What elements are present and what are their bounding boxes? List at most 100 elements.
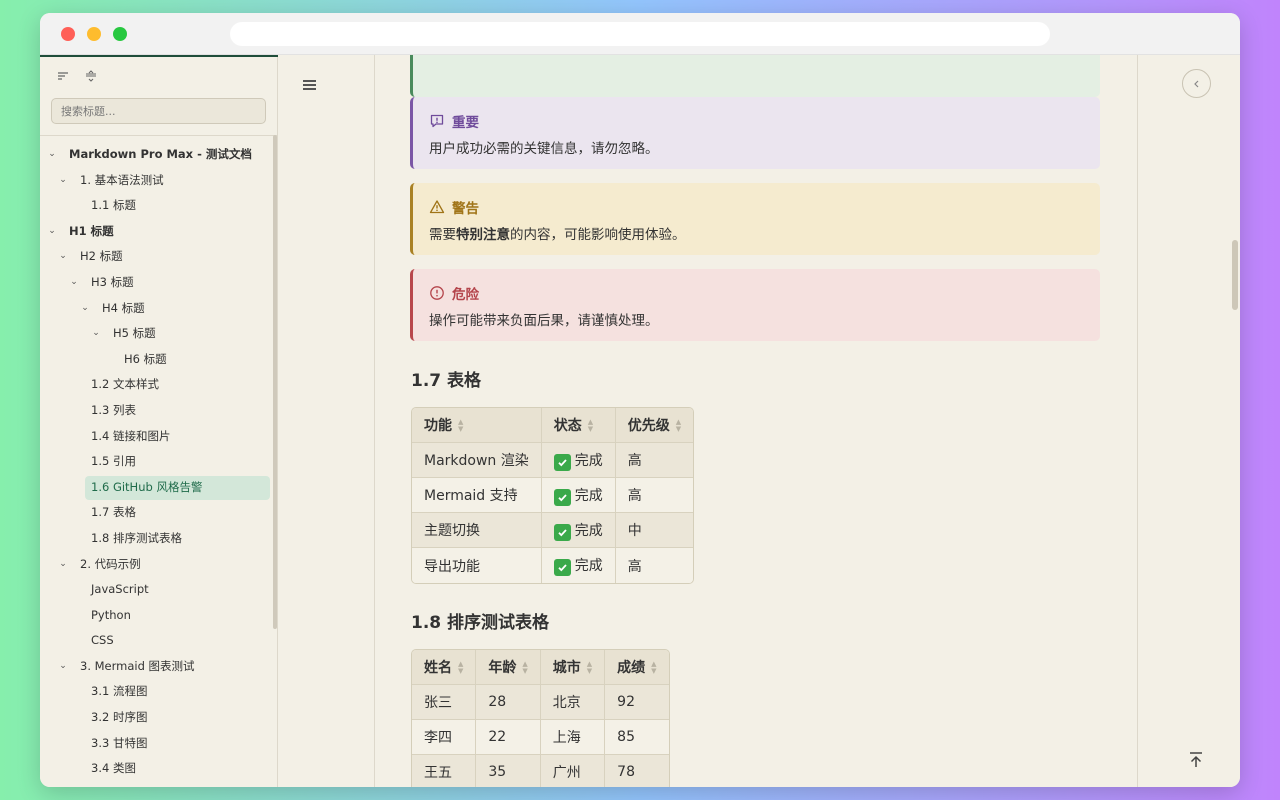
toc-item[interactable]: Python [40,603,272,629]
toc-item[interactable]: ⌄ H4 标题 [40,296,272,322]
table-cell-text: 28 [488,694,507,710]
toc-item[interactable]: 1.6 GitHub 风格告警 [40,475,272,501]
toc-item[interactable]: ⌄ 3. Mermaid 图表测试 [40,654,272,680]
chevron-down-icon[interactable]: ⌄ [79,296,91,322]
chevron-down-icon[interactable]: ⌄ [68,270,80,296]
toc-item[interactable]: ⌄ H5 标题 [40,321,272,347]
minimize-window-button[interactable] [87,27,101,41]
chevron-down-icon[interactable]: ⌄ [46,142,58,168]
toc-item-label: 1.5 引用 [91,454,136,469]
table-cell: 导出功能 [412,548,542,583]
table-cell-text: 85 [617,729,635,745]
close-window-button[interactable] [61,27,75,41]
chevron-down-icon[interactable]: ⌄ [46,219,58,245]
expand-all-icon[interactable] [84,69,98,83]
toc-item[interactable]: 3.4 类图 [40,756,272,782]
sort-icon[interactable]: ▲ ▼ [676,419,681,433]
toc-search-input[interactable] [51,98,266,124]
toc-item[interactable]: 1.7 表格 [40,500,272,526]
sort-icon[interactable]: ▲ ▼ [588,419,593,433]
toc-item[interactable]: 1.8 排序测试表格 [40,526,272,552]
table-cell: 广州 [540,755,606,787]
callout-danger-body: 操作可能带来负面后果，请谨慎处理。 [429,313,659,329]
content-scrollbar[interactable] [1232,240,1238,310]
column-header[interactable]: 城市 ▲ ▼ [540,650,606,685]
warning-body-pre: 需要 [429,227,456,243]
toc-item[interactable]: ⌄ H1 标题 [40,219,272,245]
toc-item[interactable]: ⌄ Markdown Pro Max - 测试文档 [40,142,272,168]
sort-icon[interactable]: ▲ ▼ [651,661,656,675]
callout-warning-title: 警告 [429,197,479,217]
callout-danger-label: 危险 [452,287,479,303]
toc-item[interactable]: 1.2 文本样式 [40,372,272,398]
table-header-row: 姓名 ▲ ▼ 年龄 ▲ ▼ 城市 ▲ ▼ 成绩 ▲ ▼ [412,650,669,685]
toc-item[interactable]: 1.5 引用 [40,449,272,475]
chevron-down-icon[interactable]: ⌄ [57,168,69,194]
column-header[interactable]: 优先级 ▲ ▼ [615,408,694,443]
toc-item-label: 1.8 排序测试表格 [91,530,182,545]
sidebar-toolbar [56,69,98,87]
sort-icon[interactable]: ▲ ▼ [587,661,592,675]
sidebar-scrollbar[interactable] [273,135,277,629]
table-cell-text: 完成 [574,558,603,574]
right-panel [1137,55,1240,787]
column-header[interactable]: 成绩 ▲ ▼ [605,650,669,685]
zoom-window-button[interactable] [113,27,127,41]
chevron-down-icon[interactable]: ⌄ [57,244,69,270]
chevron-down-icon[interactable]: ⌄ [57,654,69,680]
heading-1-8: 1.8 排序测试表格 [411,613,550,633]
table-cell-text: 王五 [424,765,452,781]
toc-item[interactable]: JavaScript [40,577,272,603]
collapse-all-icon[interactable] [56,69,70,83]
app-window: ⌄Markdown Pro Max - 测试文档⌄1. 基本语法测试1.1 标题… [40,13,1240,787]
check-mark-icon [553,453,571,471]
table-cell-text: 92 [617,694,635,710]
sort-icon[interactable]: ▲ ▼ [458,661,463,675]
collapse-panel-button[interactable] [1182,69,1211,98]
table-cell: 主题切换 [412,513,542,548]
table-cell-text: 35 [488,764,507,780]
toc-item-label: 1.6 GitHub 风格告警 [91,479,203,494]
toc-item[interactable]: 1.4 链接和图片 [40,424,272,450]
table-cell-text: 完成 [574,452,603,469]
toc-item[interactable]: 3.2 时序图 [40,705,272,731]
toc-item[interactable]: ⌄ H3 标题 [40,270,272,296]
column-header[interactable]: 年龄 ▲ ▼ [476,650,541,685]
column-header-label: 状态 [553,418,582,434]
sort-icon[interactable]: ▲ ▼ [522,661,527,675]
table-cell-text: 主题切换 [424,523,480,539]
chevron-down-icon[interactable]: ⌄ [90,321,102,347]
toc-item-label: JavaScript [91,582,149,597]
toc-item[interactable]: 1.3 列表 [40,398,272,424]
chevron-down-icon[interactable]: ⌄ [57,552,69,578]
column-header[interactable]: 姓名 ▲ ▼ [412,650,477,685]
callout-warning-body: 需要特别注意的内容，可能影响使用体验。 [429,223,686,243]
toc-item[interactable]: 3.3 甘特图 [40,731,272,757]
column-header[interactable]: 功能 ▲ ▼ [412,408,542,443]
toc-item-label: 1.3 列表 [91,402,136,417]
toc-item[interactable]: ⌄ H2 标题 [40,244,272,270]
toc-item[interactable]: H6 标题 [40,347,272,373]
callout-important: 重要 用户成功必需的关键信息，请勿忽略。 [410,97,1100,169]
callout-tip [410,55,1100,97]
toc-item[interactable]: ⌄ 2. 代码示例 [40,552,272,578]
column-header-label: 姓名 [424,660,452,676]
toc-item[interactable]: 3.1 流程图 [40,679,272,705]
toc-item[interactable]: 1.1 标题 [40,193,272,219]
address-bar[interactable] [230,22,1050,46]
menu-icon[interactable] [303,79,317,91]
table-row: Mermaid 支持 完成 高 [412,478,694,513]
toc-item[interactable]: ⌄ 1. 基本语法测试 [40,168,272,194]
sort-icon[interactable]: ▲ ▼ [458,419,463,433]
table-cell-text: 上海 [552,730,581,746]
toc-item[interactable]: CSS [40,628,272,654]
table-cell: 中 [615,513,694,548]
callout-danger-title: 危险 [429,283,479,303]
column-header-label: 年龄 [488,660,517,676]
table-cell-text: Markdown 渲染 [424,453,529,469]
column-header[interactable]: 状态 ▲ ▼ [541,408,616,443]
message-alert-icon [429,113,445,129]
table-cell: 28 [476,685,541,720]
table-cell: Markdown 渲染 [412,443,542,478]
back-to-top-icon[interactable] [1188,751,1204,769]
